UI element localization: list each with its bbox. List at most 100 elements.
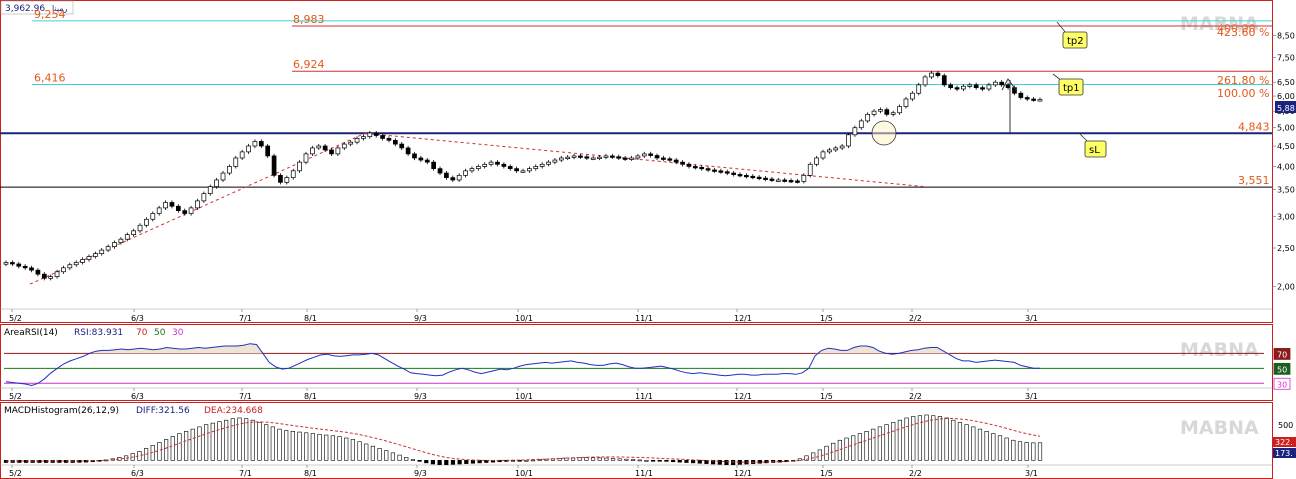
- candle-body: [941, 75, 947, 86]
- macd-bar: [677, 459, 682, 463]
- candle-body: [852, 127, 858, 136]
- macd-bar: [337, 436, 342, 461]
- candle-body: [750, 175, 756, 179]
- candle-body: [756, 176, 762, 180]
- macd-bar: [444, 459, 449, 466]
- macd-bar: [230, 418, 235, 461]
- macd-bar: [624, 458, 629, 461]
- macd-bar: [217, 421, 222, 461]
- macd-bar: [324, 434, 329, 461]
- candle-body: [227, 166, 232, 174]
- candle-body: [175, 205, 181, 212]
- x-tick-label: 7/1: [239, 469, 252, 478]
- x-tick-label: 3/1: [1025, 469, 1038, 478]
- macd-bar: [224, 419, 229, 461]
- y-tick-label: 5,00: [1277, 124, 1295, 133]
- candle-body: [271, 155, 277, 176]
- candle-body: [533, 166, 539, 169]
- macd-bar: [1011, 439, 1016, 461]
- macd-bar: [577, 457, 582, 461]
- macd-bar: [524, 459, 529, 462]
- macd-bar: [811, 452, 816, 461]
- y-tick-label: 4,50: [1277, 142, 1295, 151]
- candle-body: [571, 155, 577, 158]
- candle-body: [444, 172, 449, 178]
- macd-bar: [837, 439, 842, 461]
- candle-body: [1037, 99, 1043, 102]
- candle-body: [386, 138, 392, 141]
- candle-body: [290, 170, 296, 178]
- candle-body: [980, 87, 985, 90]
- x-tick-label: 3/1: [1025, 314, 1038, 323]
- x-tick-label: 2/2: [909, 314, 922, 323]
- rsi-badges: 70 50 30: [1273, 348, 1291, 390]
- level-label-4843: 4,843: [1238, 120, 1270, 133]
- fib-label-400: 400.00: [1217, 22, 1256, 35]
- macd-bar: [264, 424, 269, 461]
- candle-body: [795, 180, 800, 183]
- candle-body: [399, 143, 405, 149]
- candle-body: [705, 168, 711, 171]
- candle-body: [629, 157, 634, 160]
- candle-body: [839, 145, 845, 149]
- candle-body: [316, 145, 322, 149]
- candle-body: [539, 163, 545, 167]
- candle-body: [3, 262, 9, 265]
- macd-bar: [590, 457, 596, 461]
- y-tick-label: 3,50: [1277, 186, 1295, 195]
- candle-body: [820, 151, 826, 159]
- macd-bar: [691, 459, 696, 464]
- candle-body: [610, 155, 615, 158]
- macd-bar: [951, 419, 956, 461]
- macd-bar: [931, 415, 936, 461]
- macd-bar: [937, 416, 943, 461]
- candle-body: [475, 166, 481, 169]
- candle-body: [405, 147, 411, 155]
- candle-body: [546, 161, 551, 165]
- level-label-6416: 6,416: [34, 71, 66, 84]
- x-tick-label: 7/1: [239, 314, 252, 323]
- macd-bar: [290, 431, 295, 461]
- candle-body: [169, 202, 175, 207]
- candle-body: [201, 193, 207, 202]
- candle-body: [54, 271, 60, 277]
- candle-body: [603, 155, 609, 158]
- x-tick-label: 6/3: [131, 314, 144, 323]
- macd-bar: [270, 426, 275, 461]
- macd-bar: [584, 457, 589, 461]
- macd-bar: [911, 416, 916, 461]
- candle-body: [93, 253, 98, 257]
- candle-body: [686, 163, 692, 167]
- rsi-level-50-text: 50: [154, 328, 166, 338]
- candle-body: [418, 157, 424, 161]
- x-tick-label: 10/1: [515, 469, 533, 478]
- candle-body: [431, 161, 436, 169]
- candle-body: [61, 267, 66, 273]
- candle-body: [673, 159, 679, 163]
- candle-body: [661, 157, 666, 160]
- candle-body: [239, 151, 245, 159]
- x-tick-label: 5/2: [9, 314, 22, 323]
- candle-body: [412, 153, 417, 159]
- candle-body: [182, 210, 188, 214]
- level-label-3551: 3,551: [1238, 174, 1270, 187]
- x-tick-label: 7/1: [239, 392, 252, 401]
- candle-body: [903, 98, 909, 107]
- macd-bar: [310, 433, 315, 461]
- level-label-8983: 8,983: [293, 13, 325, 26]
- candle-body: [1024, 97, 1030, 100]
- candle-body: [514, 168, 519, 172]
- fib-label-261: 261.80 %: [1217, 74, 1269, 87]
- last-value-badge-text: 5,88: [1277, 104, 1295, 113]
- macd-bar: [197, 426, 202, 461]
- candle-body: [354, 138, 360, 143]
- candle-body: [597, 156, 602, 159]
- macd-bar: [684, 459, 689, 463]
- macd-bar: [991, 433, 996, 461]
- callout-tp1-label: tp1: [1063, 83, 1080, 94]
- x-tick-label: 8/1: [304, 314, 317, 323]
- candle-body: [322, 145, 328, 151]
- level-label-6924: 6,924: [293, 58, 325, 71]
- macd-bar: [384, 450, 389, 461]
- candle-body: [878, 109, 883, 112]
